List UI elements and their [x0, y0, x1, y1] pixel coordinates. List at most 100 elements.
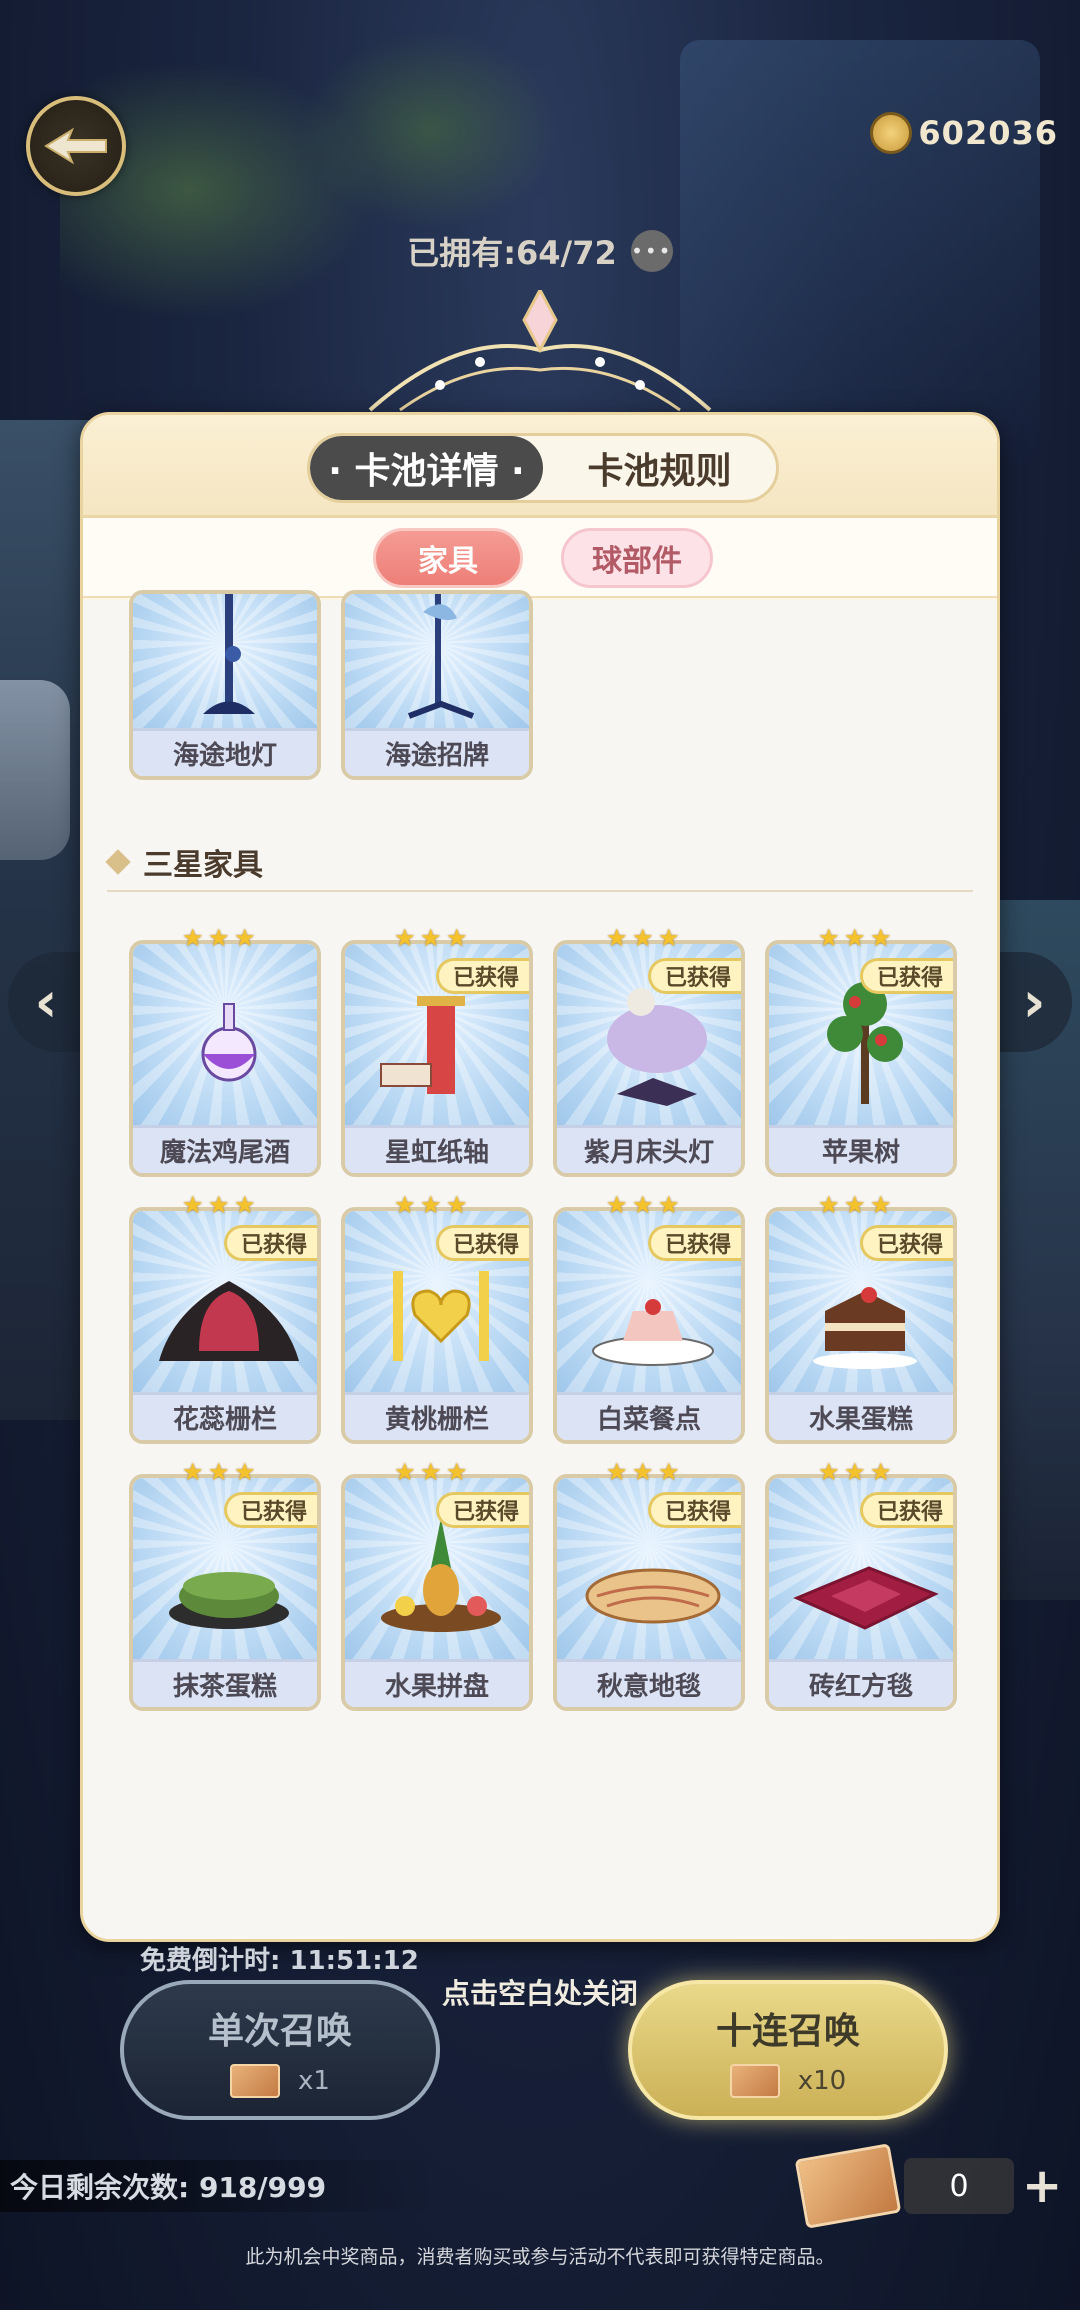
item-name: 海途地灯 — [133, 728, 317, 776]
star-rating: ★ ★ ★ — [394, 926, 470, 952]
single-summon-label: 单次召唤 — [207, 2011, 352, 2052]
ticket-icon — [230, 2064, 281, 2098]
item-card[interactable]: 已获得 苹果树 — [765, 940, 957, 1177]
item-list[interactable]: 海途地灯 海途招牌 三星家具 魔法鸡尾酒 ★ ★ ★ 已获得 星虹纸轴 ★ ★ ★ 已获得 紫月床头… — [83, 590, 997, 1939]
star-icon: ★ — [818, 1458, 840, 1486]
signboard-icon — [407, 594, 475, 719]
section-header: 三星家具 — [105, 840, 263, 884]
star-icon: ★ — [658, 1458, 680, 1486]
star-icon: ★ — [632, 924, 654, 952]
disclaimer: 此为机会中奖商品，消费者购买或参与活动不代表即可获得特定商品。 — [245, 2246, 835, 2268]
item-name: 紫月床头灯 — [557, 1125, 741, 1173]
star-icon: ★ — [420, 1458, 442, 1486]
ten-summon-cost: x10 — [797, 2066, 847, 2096]
item-card[interactable]: 已获得 水果蛋糕 — [765, 1207, 957, 1444]
star-rating: ★ ★ ★ — [606, 1460, 682, 1486]
item-name: 白菜餐点 — [557, 1392, 741, 1440]
chevron-left-icon: ‹ — [34, 969, 58, 1035]
owned-count: 已拥有:64/72 ••• — [0, 228, 1080, 274]
ticket-icon — [794, 2143, 902, 2229]
cocktail-icon — [201, 1003, 257, 1082]
tab-pool-details[interactable]: · 卡池详情 · — [310, 436, 543, 500]
star-icon: ★ — [818, 1191, 840, 1219]
remaining-count: 今日剩余次数: 918/999 — [0, 2160, 440, 2212]
star-icon: ★ — [658, 1191, 680, 1219]
obtained-badge: 已获得 — [223, 1225, 317, 1261]
currency-display: 602036 — [870, 112, 1058, 154]
item-name: 秋意地毯 — [557, 1659, 741, 1707]
item-name: 抹茶蛋糕 — [133, 1659, 317, 1707]
subtab-ball-parts[interactable]: 球部件 — [561, 528, 713, 588]
obtained-badge: 已获得 — [435, 958, 529, 994]
ten-summon-button[interactable]: 十连召唤 x10 — [628, 1980, 948, 2120]
star-icon: ★ — [870, 1191, 892, 1219]
star-icon: ★ — [446, 1191, 468, 1219]
item-card[interactable]: 已获得 秋意地毯 — [553, 1474, 745, 1711]
item-name: 苹果树 — [769, 1125, 953, 1173]
star-icon: ★ — [394, 924, 416, 952]
star-icon: ★ — [606, 924, 628, 952]
item-card[interactable]: 魔法鸡尾酒 — [129, 940, 321, 1177]
item-card[interactable]: 已获得 花蕊栅栏 — [129, 1207, 321, 1444]
item-card[interactable]: 已获得 紫月床头灯 — [553, 940, 745, 1177]
owned-text: 已拥有:64/72 — [407, 234, 617, 272]
star-icon: ★ — [606, 1191, 628, 1219]
section-divider — [107, 890, 973, 892]
single-summon-cost: x1 — [298, 2066, 330, 2096]
pool-details-modal: · 卡池详情 · 卡池规则 家具 球部件 海途地灯 海途招牌 三星家具 魔法鸡尾… — [80, 412, 1000, 1942]
star-icon: ★ — [420, 924, 442, 952]
item-name: 水果蛋糕 — [769, 1392, 953, 1440]
star-icon: ★ — [182, 1458, 204, 1486]
category-bar: 家具 球部件 — [83, 518, 997, 598]
star-icon: ★ — [446, 924, 468, 952]
star-rating: ★ ★ ★ — [394, 1193, 470, 1219]
item-card[interactable]: 已获得 黄桃栅栏 — [341, 1207, 533, 1444]
item-name: 海途招牌 — [345, 728, 529, 776]
item-name: 黄桃栅栏 — [345, 1392, 529, 1440]
tab-pool-rules[interactable]: 卡池规则 — [543, 436, 776, 500]
modal-header: · 卡池详情 · 卡池规则 — [83, 415, 997, 518]
obtained-badge: 已获得 — [859, 1492, 953, 1528]
back-button[interactable] — [26, 96, 126, 196]
item-card[interactable]: 已获得星虹纸轴 — [341, 940, 533, 1177]
star-icon: ★ — [632, 1191, 654, 1219]
item-card[interactable]: 已获得水果拼盘 — [341, 1474, 533, 1711]
item-card[interactable]: 已获得 抹茶蛋糕 — [129, 1474, 321, 1711]
more-icon[interactable]: ••• — [630, 230, 673, 272]
add-ticket-button[interactable]: + — [1022, 2158, 1062, 2214]
star-icon: ★ — [870, 1458, 892, 1486]
cost-row: x10 — [729, 2064, 847, 2098]
star-rating: ★ ★ ★ — [818, 1460, 894, 1486]
item-name: 星虹纸轴 — [345, 1125, 529, 1173]
star-icon: ★ — [844, 1458, 866, 1486]
star-icon: ★ — [234, 924, 256, 952]
star-icon: ★ — [234, 1191, 256, 1219]
item-art — [133, 944, 317, 1129]
star-icon: ★ — [844, 1191, 866, 1219]
section-title: 三星家具 — [143, 848, 263, 883]
item-card[interactable]: 已获得 白菜餐点 — [553, 1207, 745, 1444]
star-icon: ★ — [234, 1458, 256, 1486]
star-icon: ★ — [870, 924, 892, 952]
single-summon-button[interactable]: 单次召唤 x1 — [120, 1980, 440, 2120]
star-icon: ★ — [182, 1191, 204, 1219]
item-card[interactable]: 已获得 砖红方毯 — [765, 1474, 957, 1711]
ten-summon-label: 十连召唤 — [715, 2011, 860, 2052]
item-art — [133, 594, 317, 734]
star-icon: ★ — [658, 924, 680, 952]
crown-ornament — [368, 290, 712, 412]
star-icon: ★ — [446, 1458, 468, 1486]
subtab-furniture[interactable]: 家具 — [373, 528, 523, 588]
star-rating: ★ ★ ★ — [182, 1193, 258, 1219]
lamp-icon — [203, 594, 255, 714]
obtained-badge: 已获得 — [435, 1492, 529, 1528]
item-name: 水果拼盘 — [345, 1659, 529, 1707]
item-card[interactable]: 海途招牌 — [341, 590, 533, 780]
star-icon: ★ — [182, 924, 204, 952]
star-rating: ★ ★ ★ — [394, 1460, 470, 1486]
star-icon: ★ — [420, 1191, 442, 1219]
diamond-icon — [105, 849, 131, 875]
background-plant — [300, 30, 560, 230]
star-icon: ★ — [208, 1191, 230, 1219]
item-card[interactable]: 海途地灯 — [129, 590, 321, 780]
